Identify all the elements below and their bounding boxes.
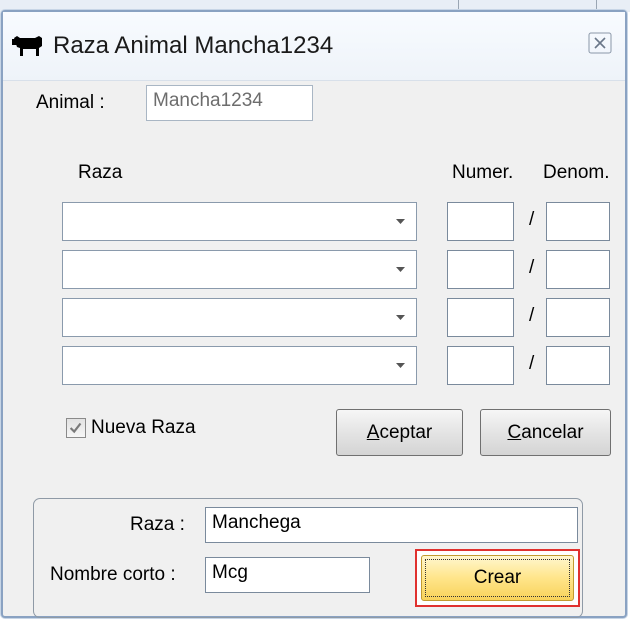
- aceptar-label: ceptar: [379, 421, 433, 443]
- denom-field-1[interactable]: [546, 202, 610, 241]
- nombre-corto-field[interactable]: Mcg: [205, 557, 370, 593]
- cancelar-accelerator: C: [507, 421, 522, 443]
- raza-select-4[interactable]: [62, 346, 417, 385]
- cancelar-button[interactable]: Cancelar: [480, 409, 611, 456]
- chevron-down-icon[interactable]: [395, 362, 406, 369]
- crear-button[interactable]: Crear: [421, 555, 574, 601]
- numer-field-1[interactable]: [447, 202, 514, 241]
- animal-label: Animal :: [36, 92, 105, 113]
- chevron-down-icon[interactable]: [395, 218, 406, 225]
- breed-dialog: Raza Animal Mancha1234 Animal : Mancha12…: [1, 10, 627, 618]
- close-icon[interactable]: [588, 32, 612, 54]
- cancelar-label: ancelar: [521, 421, 584, 443]
- raza-select-1[interactable]: [62, 202, 417, 241]
- window-title: Raza Animal Mancha1234: [53, 32, 334, 59]
- denom-field-3[interactable]: [546, 298, 610, 337]
- aceptar-button[interactable]: Aceptar: [336, 409, 463, 456]
- focus-rectangle: [425, 559, 570, 597]
- raza-select-3[interactable]: [62, 298, 417, 337]
- new-raza-label: Raza :: [130, 514, 185, 535]
- fraction-separator: /: [529, 353, 535, 374]
- numer-column-header: Numer.: [452, 162, 514, 183]
- fraction-separator: /: [529, 305, 535, 326]
- animal-field[interactable]: Mancha1234: [146, 85, 313, 121]
- nueva-raza-label: Nueva Raza: [91, 417, 196, 438]
- title-bar[interactable]: Raza Animal Mancha1234: [3, 12, 625, 81]
- nueva-raza-checkbox[interactable]: [66, 418, 86, 438]
- aceptar-accelerator: A: [366, 421, 380, 443]
- denom-field-2[interactable]: [546, 250, 610, 289]
- fraction-separator: /: [529, 257, 535, 278]
- chevron-down-icon[interactable]: [395, 266, 406, 273]
- raza-column-header: Raza: [78, 162, 123, 183]
- denom-column-header: Denom.: [543, 162, 610, 183]
- new-raza-field[interactable]: Manchega: [205, 507, 578, 543]
- numer-field-3[interactable]: [447, 298, 514, 337]
- cow-icon: [12, 36, 42, 56]
- denom-field-4[interactable]: [546, 346, 610, 385]
- numer-field-4[interactable]: [447, 346, 514, 385]
- check-icon: [69, 422, 82, 434]
- fraction-separator: /: [529, 209, 535, 230]
- chevron-down-icon[interactable]: [395, 314, 406, 321]
- nombre-corto-label: Nombre corto :: [50, 564, 176, 585]
- numer-field-2[interactable]: [447, 250, 514, 289]
- raza-select-2[interactable]: [62, 250, 417, 289]
